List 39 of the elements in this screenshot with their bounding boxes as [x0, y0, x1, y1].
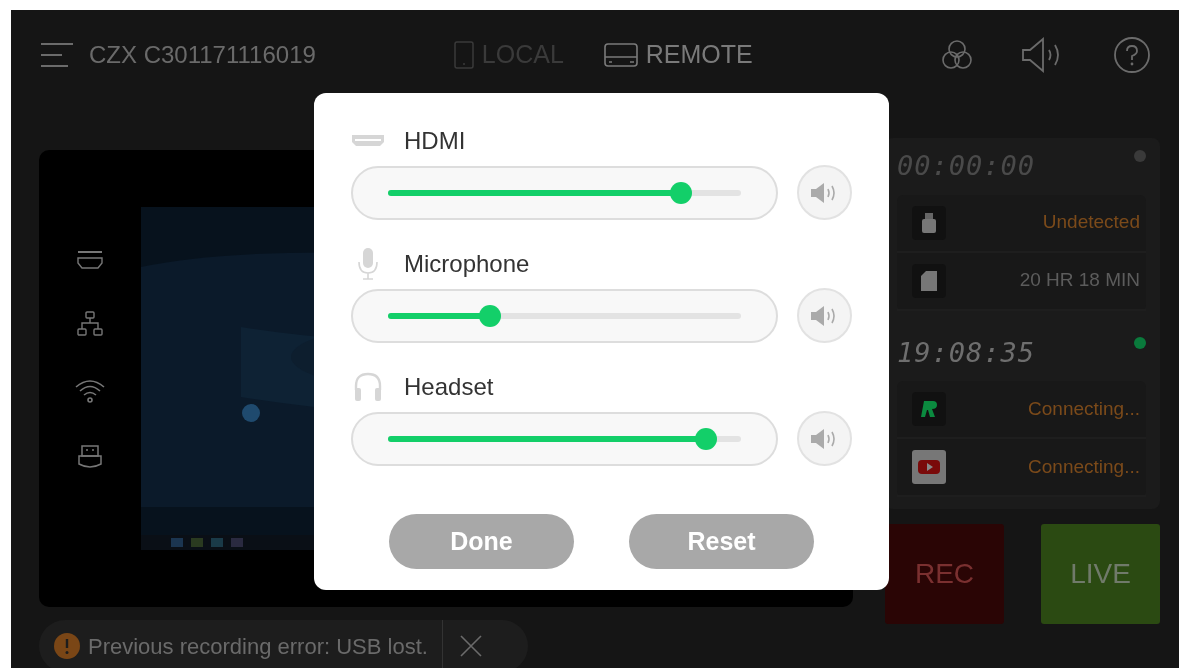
error-message: Previous recording error: USB lost.: [88, 632, 428, 661]
timer-display: 19:08:35: [897, 335, 1036, 370]
dialog-button[interactable]: Done: [389, 514, 574, 569]
dialog-button[interactable]: Reset: [629, 514, 814, 569]
network-icon: [76, 310, 104, 338]
slider-thumb[interactable]: [479, 304, 502, 327]
r-logo-icon: [912, 392, 946, 426]
play-icon: [912, 450, 946, 484]
status-text: Connecting...: [1028, 454, 1140, 479]
speaker-button[interactable]: [797, 411, 852, 466]
sd-card-icon: [912, 263, 946, 298]
speaker-button[interactable]: [797, 288, 852, 343]
speaker-button[interactable]: [797, 165, 852, 220]
wifi-icon: [74, 378, 106, 404]
status-text: 20 HR 18 MIN: [1019, 268, 1140, 293]
status-text: Undetected: [1042, 210, 1140, 235]
volume-slider[interactable]: [351, 165, 778, 220]
channel-name: HDMI: [404, 126, 466, 156]
warning-icon: [54, 633, 80, 659]
menu-icon[interactable]: [40, 42, 73, 68]
usb-drive-icon: [912, 205, 946, 240]
volume-slider[interactable]: [351, 288, 778, 343]
live-button[interactable]: LIVE: [1041, 524, 1160, 624]
channel-name: Microphone: [404, 249, 530, 279]
volume-slider[interactable]: [351, 411, 778, 466]
device-icon: [603, 42, 638, 68]
hdmi-icon: [351, 134, 385, 148]
tablet-icon: [453, 41, 474, 69]
help-icon[interactable]: [1113, 36, 1151, 74]
source-tab[interactable]: REMOTE: [603, 36, 753, 74]
rec-button[interactable]: REC: [885, 524, 1004, 624]
slider-thumb[interactable]: [694, 427, 717, 450]
device-name: CZX C301171116019: [89, 40, 316, 70]
channel-name: Headset: [404, 372, 494, 402]
usb-icon: [77, 444, 103, 470]
status-text: Connecting...: [1028, 396, 1140, 421]
hdmi-input-icon: [76, 250, 104, 270]
close-icon[interactable]: [458, 633, 483, 659]
slider-thumb[interactable]: [670, 181, 692, 204]
